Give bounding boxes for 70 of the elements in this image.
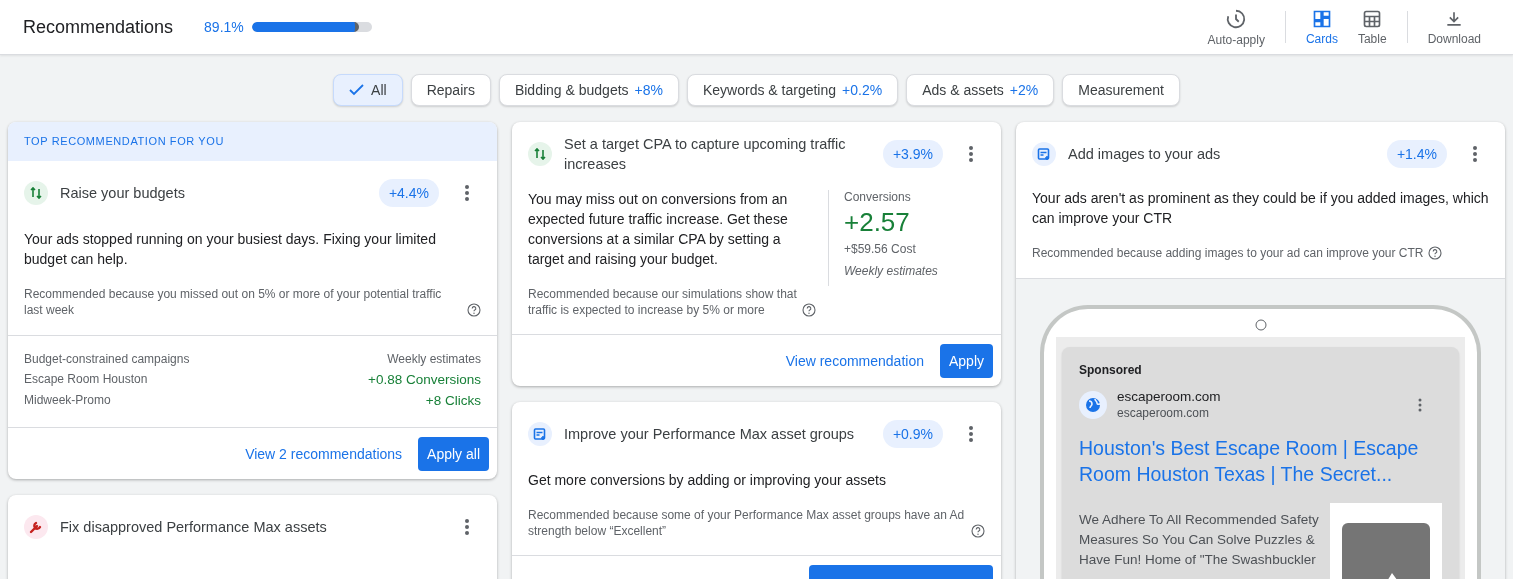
more-options-icon[interactable] bbox=[465, 519, 469, 535]
wrench-icon bbox=[24, 515, 48, 539]
recommendation-title: Add images to your ads bbox=[1068, 145, 1222, 164]
filter-chip[interactable]: Bidding & budgets +8% bbox=[498, 74, 679, 106]
clock-icon bbox=[1225, 7, 1248, 30]
camera-icon bbox=[1254, 319, 1267, 331]
view-recommendations-link[interactable]: View recommendation bbox=[773, 345, 936, 377]
filter-chip[interactable]: Ads & assets +2% bbox=[906, 74, 1055, 106]
filter-chip[interactable]: Keywords & targeting +0.2% bbox=[687, 74, 899, 106]
reason-text: Recommended because our simulations show that traffic is expected to increase by 5% or more bbox=[528, 286, 798, 318]
view-recommendations-link[interactable]: View 2 recommendations bbox=[233, 438, 415, 470]
estimates-note: Weekly estimates bbox=[844, 264, 939, 278]
recommendation-title: Improve your Performance Max asset groups bbox=[564, 425, 856, 444]
more-options-icon[interactable] bbox=[969, 146, 973, 162]
filter-chip[interactable]: All bbox=[333, 74, 403, 106]
reason-text: Recommended because you missed out on 5% or more of your potential traffic last week bbox=[24, 286, 443, 318]
description-text: Your ads stopped running on your busiest days. Fixing your limited budget can help. bbox=[23, 230, 437, 269]
site-url: escaperoom.com bbox=[1117, 406, 1211, 420]
help-icon[interactable] bbox=[467, 303, 481, 317]
toolbar-button[interactable]: Table bbox=[1347, 2, 1397, 52]
asset-add-icon bbox=[528, 422, 552, 446]
toolbar-button[interactable]: Cards bbox=[1295, 2, 1348, 52]
recommendation-title: Fix disapproved Performance Max assets bbox=[60, 518, 328, 537]
more-options-icon[interactable] bbox=[1418, 397, 1422, 412]
page-title: Recommendations bbox=[23, 16, 174, 38]
description-text: You may miss out on conversions from an expected future traffic increase. Get these conversions at a similar CPA by setting a target and raising your budget. bbox=[528, 190, 789, 269]
recommendation-title: Raise your budgets bbox=[60, 184, 186, 203]
table-icon bbox=[1362, 8, 1383, 29]
estimate-value: +0.88 Conversions bbox=[368, 372, 481, 387]
dashboard-icon bbox=[1311, 8, 1332, 29]
help-icon[interactable] bbox=[802, 303, 816, 317]
more-options-icon[interactable] bbox=[969, 426, 973, 442]
campaign-name: Midweek-Promo bbox=[24, 393, 112, 408]
apply-button[interactable]: Apply all bbox=[418, 437, 489, 471]
globe-icon bbox=[1079, 390, 1107, 419]
reason-text: Recommended because adding images to your ad can improve your CTR bbox=[1032, 245, 1424, 261]
toolbar-button[interactable]: Auto-apply bbox=[1197, 1, 1275, 53]
filter-chip[interactable]: Repairs bbox=[410, 74, 491, 106]
check-icon bbox=[349, 84, 366, 96]
top-recommendation-banner: TOP RECOMMENDATION FOR YOU bbox=[8, 122, 497, 161]
asset-add-icon bbox=[1032, 142, 1056, 166]
more-options-icon[interactable] bbox=[465, 185, 469, 201]
sponsored-label: Sponsored bbox=[1079, 363, 1143, 377]
site-name: escaperoom.com bbox=[1117, 389, 1222, 404]
description-text: Your ads aren't as prominent as they could be if you added images, which can improve your CTR bbox=[1031, 189, 1490, 228]
help-icon[interactable] bbox=[971, 524, 985, 538]
campaign-name: Escape Room Houston bbox=[24, 372, 149, 387]
arrows-icon bbox=[24, 181, 48, 205]
campaigns-heading: Budget-constrained campaigns bbox=[24, 352, 191, 366]
impact-badge: +0.9% bbox=[882, 420, 943, 448]
recommendation-title: Set a target CPA to capture upcoming traffic increases bbox=[564, 135, 847, 174]
impact-badge: +4.4% bbox=[378, 179, 439, 207]
ad-description: We Adhere To All Recommended Safety Measures So You Can Solve Puzzles & Have Fun! Home of "The Swashbuckler bbox=[1079, 511, 1320, 569]
description-text: Get more conversions by adding or improving your assets bbox=[527, 471, 887, 490]
estimates-label: Weekly estimates bbox=[386, 352, 481, 366]
filter-chip[interactable]: Measurement bbox=[1062, 74, 1180, 106]
progress-percent: 89.1% bbox=[204, 19, 244, 35]
arrows-icon bbox=[528, 142, 552, 166]
toolbar-button[interactable]: Download bbox=[1417, 2, 1491, 52]
metric-label: Conversions bbox=[844, 190, 912, 204]
apply-button[interactable]: Apply bbox=[939, 344, 993, 378]
help-icon[interactable] bbox=[1427, 246, 1442, 260]
cost-text: +$59.56 Cost bbox=[844, 242, 917, 256]
more-options-icon[interactable] bbox=[1473, 146, 1477, 162]
metric-value: +2.57 bbox=[844, 206, 911, 238]
reason-text: Recommended because some of your Performance Max asset groups have an Ad strength below “Excellent” bbox=[528, 507, 966, 539]
impact-badge: +3.9% bbox=[882, 140, 943, 168]
estimate-value: +8 Clicks bbox=[424, 393, 481, 408]
impact-badge: +1.4% bbox=[1386, 140, 1447, 168]
ad-headline[interactable]: Houston's Best Escape Room | Escape Room Houston Texas | The Secret... bbox=[1079, 435, 1442, 487]
